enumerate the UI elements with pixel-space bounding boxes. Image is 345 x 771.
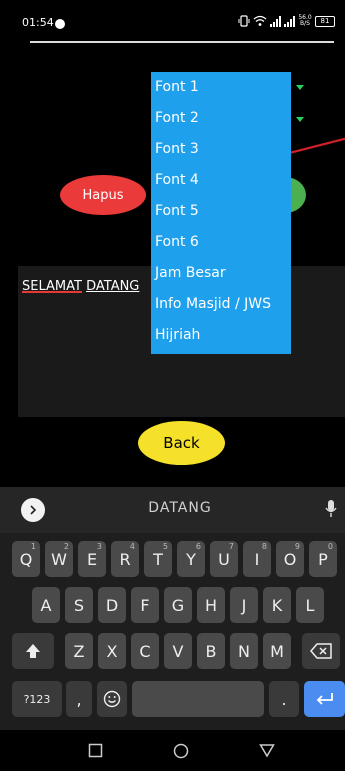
battery-icon: 81 xyxy=(315,15,335,27)
font-dropdown-menu: Font 1 Font 2 Font 3 Font 4 Font 5 Font … xyxy=(151,72,291,354)
key-p[interactable]: P0 xyxy=(309,541,337,577)
spinner-arrow-icon[interactable] xyxy=(296,117,304,122)
dropdown-item-font-5[interactable]: Font 5 xyxy=(151,196,291,227)
dropdown-item-font-3[interactable]: Font 3 xyxy=(151,134,291,165)
dropdown-item-font-4[interactable]: Font 4 xyxy=(151,165,291,196)
screen: 01:54 56.0 B/S 81 Hapus SELAMAT DATANG B… xyxy=(0,0,345,771)
text-area-content: SELAMAT DATANG xyxy=(22,279,139,294)
period-key[interactable]: . xyxy=(269,681,299,717)
vibrate-icon xyxy=(238,15,250,27)
key-s[interactable]: S xyxy=(65,587,93,623)
status-bar: 01:54 56.0 B/S 81 xyxy=(0,0,345,34)
key-hint: 5 xyxy=(162,542,168,551)
dropdown-item-font-1[interactable]: Font 1 xyxy=(151,72,291,103)
key-hint: 7 xyxy=(228,542,234,551)
key-label: W xyxy=(51,549,67,569)
key-x[interactable]: X xyxy=(98,633,126,669)
space-key[interactable] xyxy=(132,681,264,717)
key-l[interactable]: L xyxy=(296,587,324,623)
key-a[interactable]: A xyxy=(32,587,60,623)
dropdown-item-hijriah[interactable]: Hijriah xyxy=(151,320,291,351)
key-t[interactable]: T5 xyxy=(144,541,172,577)
signal-icon xyxy=(270,15,281,27)
key-label: T xyxy=(153,549,163,569)
key-k[interactable]: K xyxy=(263,587,291,623)
shift-key[interactable] xyxy=(12,633,54,669)
dropdown-item-font-6[interactable]: Font 6 xyxy=(151,227,291,258)
recents-icon[interactable] xyxy=(88,743,103,758)
key-y[interactable]: Y6 xyxy=(177,541,205,577)
navigation-bar xyxy=(0,730,345,771)
key-label: Q xyxy=(19,549,33,569)
signal-icon-2 xyxy=(284,15,295,27)
enter-key[interactable] xyxy=(304,681,345,717)
key-label: O xyxy=(283,549,297,569)
key-z[interactable]: Z xyxy=(65,633,93,669)
key-f[interactable]: F xyxy=(131,587,159,623)
key-e[interactable]: E3 xyxy=(78,541,106,577)
key-h[interactable]: H xyxy=(197,587,225,623)
backspace-key[interactable] xyxy=(302,633,340,669)
soft-keyboard: DATANG Q1 W2 E3 R4 T5 Y6 U7 I8 O9 P0 A S… xyxy=(0,487,345,730)
shift-icon xyxy=(26,644,40,658)
key-hint: 4 xyxy=(129,542,135,551)
key-r[interactable]: R4 xyxy=(111,541,139,577)
key-hint: 0 xyxy=(327,542,333,551)
suggestion-bar: DATANG xyxy=(0,487,345,533)
key-label: R xyxy=(119,549,131,569)
emoji-key[interactable] xyxy=(97,681,127,717)
key-label: Y xyxy=(186,549,196,569)
status-time: 01:54 xyxy=(22,16,54,29)
key-label: E xyxy=(86,549,98,569)
key-q[interactable]: Q1 xyxy=(12,541,40,577)
key-o[interactable]: O9 xyxy=(276,541,304,577)
key-hint: 6 xyxy=(195,542,201,551)
notification-dot-icon xyxy=(55,19,65,29)
enter-icon xyxy=(316,693,333,705)
network-speed: 56.0 B/S xyxy=(298,14,312,27)
key-i[interactable]: I8 xyxy=(243,541,271,577)
microphone-icon[interactable] xyxy=(325,499,337,523)
back-nav-icon[interactable] xyxy=(259,743,275,758)
key-d[interactable]: D xyxy=(98,587,126,623)
key-g[interactable]: G xyxy=(164,587,192,623)
key-b[interactable]: B xyxy=(197,633,225,669)
text-word-selamat: SELAMAT xyxy=(22,279,82,294)
key-n[interactable]: N xyxy=(230,633,258,669)
key-label: P xyxy=(318,549,328,569)
key-label: I xyxy=(254,549,260,569)
back-button[interactable]: Back xyxy=(138,421,225,465)
dropdown-item-info-masjid[interactable]: Info Masjid / JWS xyxy=(151,289,291,320)
key-c[interactable]: C xyxy=(131,633,159,669)
home-icon[interactable] xyxy=(173,743,189,759)
key-w[interactable]: W2 xyxy=(45,541,73,577)
key-hint: 2 xyxy=(63,542,69,551)
backspace-icon xyxy=(310,643,332,659)
key-hint: 3 xyxy=(96,542,102,551)
expand-suggestions-icon[interactable] xyxy=(21,498,45,522)
spinner-arrow-icon[interactable] xyxy=(296,85,304,90)
dropdown-item-font-2[interactable]: Font 2 xyxy=(151,103,291,134)
dropdown-item-jam-besar[interactable]: Jam Besar xyxy=(151,258,291,289)
key-hint: 8 xyxy=(261,542,267,551)
header-divider xyxy=(30,41,334,43)
suggestion-word[interactable]: DATANG xyxy=(130,500,230,516)
text-word-datang: DATANG xyxy=(86,279,140,294)
key-hint: 1 xyxy=(30,542,36,551)
wifi-icon xyxy=(253,15,267,26)
key-hint: 9 xyxy=(294,542,300,551)
key-m[interactable]: M xyxy=(263,633,291,669)
symbols-key[interactable]: ?123 xyxy=(12,681,62,717)
key-v[interactable]: V xyxy=(164,633,192,669)
status-icons: 56.0 B/S 81 xyxy=(238,14,335,28)
key-u[interactable]: U7 xyxy=(210,541,238,577)
key-label: U xyxy=(218,549,230,569)
delete-button[interactable]: Hapus xyxy=(60,175,146,215)
key-j[interactable]: J xyxy=(230,587,258,623)
comma-key[interactable]: , xyxy=(66,681,92,717)
emoji-icon xyxy=(103,690,121,708)
